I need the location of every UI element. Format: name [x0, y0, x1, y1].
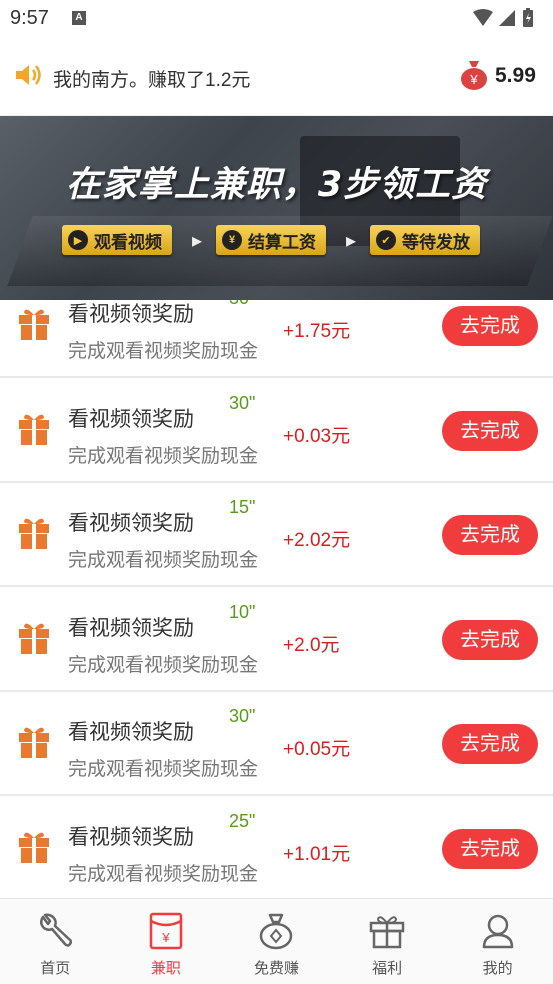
task-list: 看视频领奖励 30" 完成观看视频奖励现金 +1.75元 去完成 看视频领奖励 …	[0, 300, 553, 898]
banner-step-label: 结算工资	[248, 232, 316, 252]
complete-task-button[interactable]: 去完成	[442, 724, 538, 764]
wrench-icon	[35, 911, 75, 956]
svg-text:¥: ¥	[161, 930, 170, 945]
complete-task-button[interactable]: 去完成	[442, 620, 538, 660]
task-reward: +2.0元	[283, 635, 340, 656]
task-reward: +1.01元	[283, 844, 351, 865]
nav-label: 我的	[482, 960, 513, 977]
task-title: 看视频领奖励	[68, 617, 194, 640]
money-bag-icon[interactable]: ¥	[459, 59, 489, 96]
task-row: 看视频领奖励 30" 完成观看视频奖励现金 +0.05元 去完成	[0, 692, 553, 796]
step-arrow-icon: ▸	[192, 230, 203, 252]
money-bag-icon	[256, 911, 296, 956]
gift-icon	[16, 515, 52, 556]
svg-text:¥: ¥	[469, 72, 478, 87]
nav-item-mine[interactable]: 我的	[442, 899, 553, 984]
task-title: 看视频领奖励	[68, 721, 194, 744]
nav-label: 免费赚	[253, 960, 299, 977]
status-time: 9:57	[10, 7, 49, 29]
banner-step-watch: ▶ 观看视频	[62, 225, 172, 255]
task-duration: 30"	[229, 393, 256, 413]
task-description: 完成观看视频奖励现金	[68, 655, 259, 676]
play-icon: ▶	[68, 230, 88, 250]
task-duration: 30"	[229, 706, 256, 726]
status-bar: 9:57 A	[0, 0, 553, 38]
yen-icon: ¥	[222, 230, 242, 250]
status-icons	[471, 8, 543, 35]
check-icon: ✔	[376, 230, 396, 250]
wifi-icon	[473, 9, 493, 26]
cellular-icon	[499, 10, 515, 26]
task-duration: 15"	[229, 497, 256, 517]
gift-icon	[16, 724, 52, 765]
banner-step-settle: ¥ 结算工资	[216, 225, 326, 255]
complete-task-button[interactable]: 去完成	[442, 515, 538, 555]
gift-box-icon	[367, 911, 407, 956]
task-row: 看视频领奖励 25" 完成观看视频奖励现金 +1.01元 去完成	[0, 797, 553, 898]
task-description: 完成观看视频奖励现金	[68, 864, 259, 885]
bottom-nav: 首页 ¥ 兼职 免费赚 福利 我的	[0, 898, 553, 984]
gift-icon	[16, 829, 52, 870]
gift-icon	[16, 411, 52, 452]
task-description: 完成观看视频奖励现金	[68, 341, 259, 362]
task-reward: +2.02元	[283, 530, 351, 551]
banner-title: 在家掌上兼职，3步领工资	[65, 165, 488, 205]
balance-amount: 5.99	[495, 64, 536, 87]
task-duration: 30"	[229, 300, 255, 309]
task-row: 看视频领奖励 30" 完成观看视频奖励现金 +0.03元 去完成	[0, 379, 553, 483]
banner-step-payout: ✔ 等待发放	[370, 225, 480, 255]
complete-task-button[interactable]: 去完成	[442, 829, 538, 869]
nav-label: 兼职	[150, 960, 181, 977]
complete-task-button[interactable]: 去完成	[442, 306, 538, 346]
task-row: 看视频领奖励 15" 完成观看视频奖励现金 +2.02元 去完成	[0, 483, 553, 587]
signal-icons	[473, 8, 533, 27]
nav-label: 首页	[40, 960, 71, 977]
nav-item-benefits[interactable]: 福利	[332, 899, 443, 984]
task-title: 看视频领奖励	[68, 408, 194, 431]
banner-step-label: 等待发放	[402, 232, 470, 252]
nav-item-earn-free[interactable]: 免费赚	[221, 899, 332, 984]
task-duration: 10"	[229, 602, 256, 622]
task-description: 完成观看视频奖励现金	[68, 759, 259, 780]
nav-item-home[interactable]: 首页	[0, 899, 111, 984]
user-icon	[478, 911, 518, 956]
task-title: 看视频领奖励	[68, 303, 194, 326]
task-duration: 25"	[229, 811, 256, 831]
task-title: 看视频领奖励	[68, 826, 194, 849]
promo-banner[interactable]: 在家掌上兼职，3步领工资 ▶ 观看视频 ▸ ¥ 结算工资 ▸ ✔ 等待发放	[0, 116, 553, 300]
task-reward: +0.05元	[283, 739, 351, 760]
step-arrow-icon: ▸	[346, 230, 357, 252]
task-reward: +0.03元	[283, 426, 351, 447]
gift-icon	[16, 620, 52, 661]
banner-step-label: 观看视频	[94, 232, 162, 252]
task-row: 看视频领奖励 30" 完成观看视频奖励现金 +1.75元 去完成	[0, 300, 553, 378]
task-title: 看视频领奖励	[68, 512, 194, 535]
task-row: 看视频领奖励 10" 完成观看视频奖励现金 +2.0元 去完成	[0, 588, 553, 692]
notification-icon: A	[72, 11, 86, 25]
speaker-icon	[14, 62, 44, 93]
notice-bar: 我的南方。赚取了1.2元 ¥ 5.99	[0, 38, 553, 116]
nav-item-parttime[interactable]: ¥ 兼职	[111, 899, 222, 984]
app-screen: 9:57 A 我的南方。赚取了1.2元 ¥ 5.99 在家掌上兼职，3步领工资 …	[0, 0, 553, 984]
gift-icon	[16, 306, 52, 347]
complete-task-button[interactable]: 去完成	[442, 411, 538, 451]
task-description: 完成观看视频奖励现金	[68, 446, 259, 467]
envelope-icon: ¥	[146, 911, 186, 956]
nav-label: 福利	[372, 960, 403, 977]
notice-text: 我的南方。赚取了1.2元	[53, 70, 251, 91]
task-description: 完成观看视频奖励现金	[68, 550, 259, 571]
task-reward: +1.75元	[283, 321, 351, 342]
